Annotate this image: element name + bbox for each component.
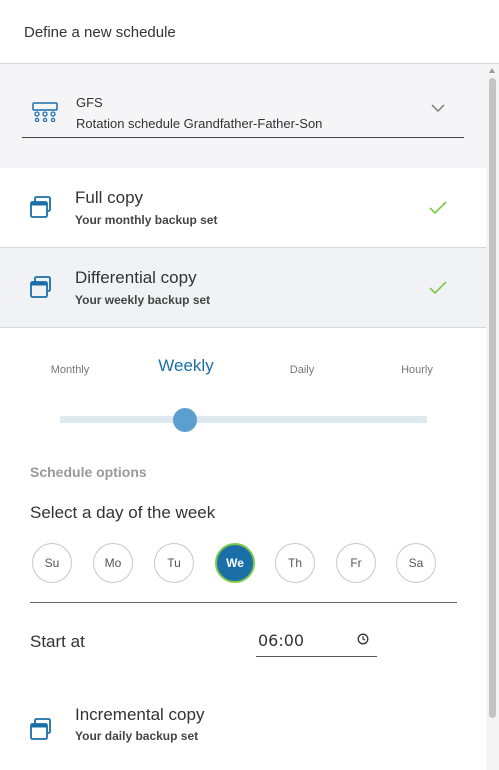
differential-copy-row[interactable]: Differential copy Your weekly backup set (0, 248, 486, 328)
divider (30, 602, 457, 603)
rotation-description: Rotation schedule Grandfather-Father-Son (76, 116, 323, 131)
vertical-scrollbar[interactable] (486, 64, 499, 770)
frequency-monthly[interactable]: Monthly (30, 364, 110, 376)
schedule-options-heading: Schedule options (30, 464, 147, 480)
incremental-copy-row[interactable]: Incremental copy Your daily backup set (0, 688, 486, 770)
differential-copy-title: Differential copy (75, 268, 197, 287)
dialog-title: Define a new schedule (24, 24, 176, 41)
backup-set-icon (30, 718, 51, 740)
checkmark-icon (429, 281, 447, 295)
incremental-copy-title: Incremental copy (75, 705, 205, 724)
rotation-section: GFS Rotation schedule Grandfather-Father… (0, 64, 486, 168)
start-at-label: Start at (30, 632, 85, 651)
rotation-select[interactable]: GFS Rotation schedule Grandfather-Father… (22, 88, 464, 138)
full-copy-row[interactable]: Full copy Your monthly backup set (0, 168, 486, 248)
day-button-su[interactable]: Su (32, 543, 72, 583)
day-picker: Su Mo Tu We Th Fr Sa (32, 543, 452, 585)
day-button-sa[interactable]: Sa (396, 543, 436, 583)
backup-set-icon (30, 196, 51, 218)
frequency-daily[interactable]: Daily (262, 364, 342, 376)
incremental-copy-subtitle: Your daily backup set (75, 729, 199, 743)
day-button-mo[interactable]: Mo (93, 543, 133, 583)
start-time-value: 06:00 (258, 631, 305, 650)
frequency-weekly[interactable]: Weekly (146, 356, 226, 376)
checkmark-icon (429, 201, 447, 215)
day-button-th[interactable]: Th (275, 543, 315, 583)
rotation-schedule-icon (32, 102, 58, 122)
frequency-labels: Monthly Weekly Daily Hourly (0, 356, 486, 386)
scrollbar-thumb[interactable] (489, 78, 496, 718)
schedule-scroll-area[interactable]: GFS Rotation schedule Grandfather-Father… (0, 64, 499, 770)
full-copy-title: Full copy (75, 188, 144, 207)
chevron-down-icon[interactable] (430, 102, 446, 114)
day-button-we[interactable]: We (215, 543, 255, 583)
scroll-up-arrow-icon[interactable] (489, 68, 495, 73)
rotation-name: GFS (76, 95, 103, 110)
start-time-input[interactable]: 06:00 (256, 628, 377, 657)
full-copy-subtitle: Your monthly backup set (75, 213, 218, 227)
frequency-hourly[interactable]: Hourly (377, 364, 457, 376)
clock-icon[interactable] (357, 633, 369, 645)
frequency-slider-thumb[interactable] (172, 408, 197, 432)
day-button-tu[interactable]: Tu (154, 543, 194, 583)
differential-copy-subtitle: Your weekly backup set (75, 293, 211, 307)
backup-set-icon (30, 276, 51, 298)
day-of-week-prompt: Select a day of the week (30, 503, 216, 522)
dialog-header: Define a new schedule (0, 0, 499, 64)
day-button-fr[interactable]: Fr (336, 543, 376, 583)
frequency-slider-track[interactable] (60, 416, 427, 423)
